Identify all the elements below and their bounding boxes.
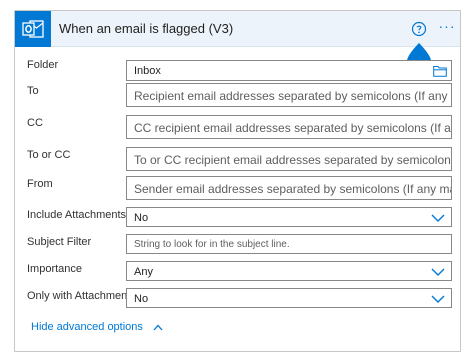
to-or-cc-field[interactable]: To or CC recipient email addresses separ… [126, 147, 452, 171]
folder-value: Inbox [134, 65, 161, 77]
cc-label: CC [27, 117, 43, 129]
cc-field[interactable]: CC recipient email addresses separated b… [126, 115, 452, 139]
chevron-down-icon[interactable] [431, 213, 445, 223]
importance-value: Any [134, 266, 153, 278]
card-header[interactable]: When an email is flagged (V3) ··· [15, 11, 460, 47]
only-with-attachments-dropdown[interactable]: No [126, 288, 452, 308]
chevron-down-icon[interactable] [431, 267, 445, 277]
to-field[interactable]: Recipient email addresses separated by s… [126, 83, 452, 107]
include-attachments-value: No [134, 212, 149, 224]
importance-dropdown[interactable]: Any [126, 261, 452, 281]
cc-placeholder: CC recipient email addresses separated b… [134, 121, 451, 135]
subject-filter-field[interactable]: String to look for in the subject line. [126, 234, 452, 254]
to-or-cc-placeholder: To or CC recipient email addresses separ… [134, 153, 452, 167]
include-attachments-label: Include Attachments [27, 209, 127, 221]
to-label: To [27, 85, 39, 97]
from-field[interactable]: Sender email addresses separated by semi… [126, 176, 452, 200]
trigger-card: When an email is flagged (V3) ··· Folder… [14, 10, 461, 352]
ellipsis-icon[interactable]: ··· [437, 17, 457, 37]
from-label: From [27, 178, 53, 190]
only-with-attachments-value: No [134, 293, 149, 305]
to-placeholder: Recipient email addresses separated by s… [134, 89, 451, 103]
chevron-up-icon [153, 324, 163, 331]
trigger-title: When an email is flagged (V3) [59, 21, 234, 36]
folder-field[interactable]: Inbox [126, 60, 452, 81]
subject-filter-label: Subject Filter [27, 236, 92, 248]
hide-advanced-options-label: Hide advanced options [31, 321, 143, 333]
only-with-attachments-label: Only with Attachments [27, 290, 136, 302]
include-attachments-dropdown[interactable]: No [126, 207, 452, 227]
folder-icon[interactable] [433, 65, 447, 77]
outlook-icon [15, 11, 51, 47]
question-circle-icon[interactable] [411, 21, 427, 37]
chevron-down-icon[interactable] [431, 294, 445, 304]
subject-filter-placeholder: String to look for in the subject line. [134, 239, 290, 250]
to-or-cc-label: To or CC [27, 149, 71, 161]
from-placeholder: Sender email addresses separated by semi… [134, 182, 451, 196]
importance-label: Importance [27, 263, 83, 275]
folder-label: Folder [27, 59, 59, 71]
hide-advanced-options-link[interactable]: Hide advanced options [31, 321, 163, 333]
